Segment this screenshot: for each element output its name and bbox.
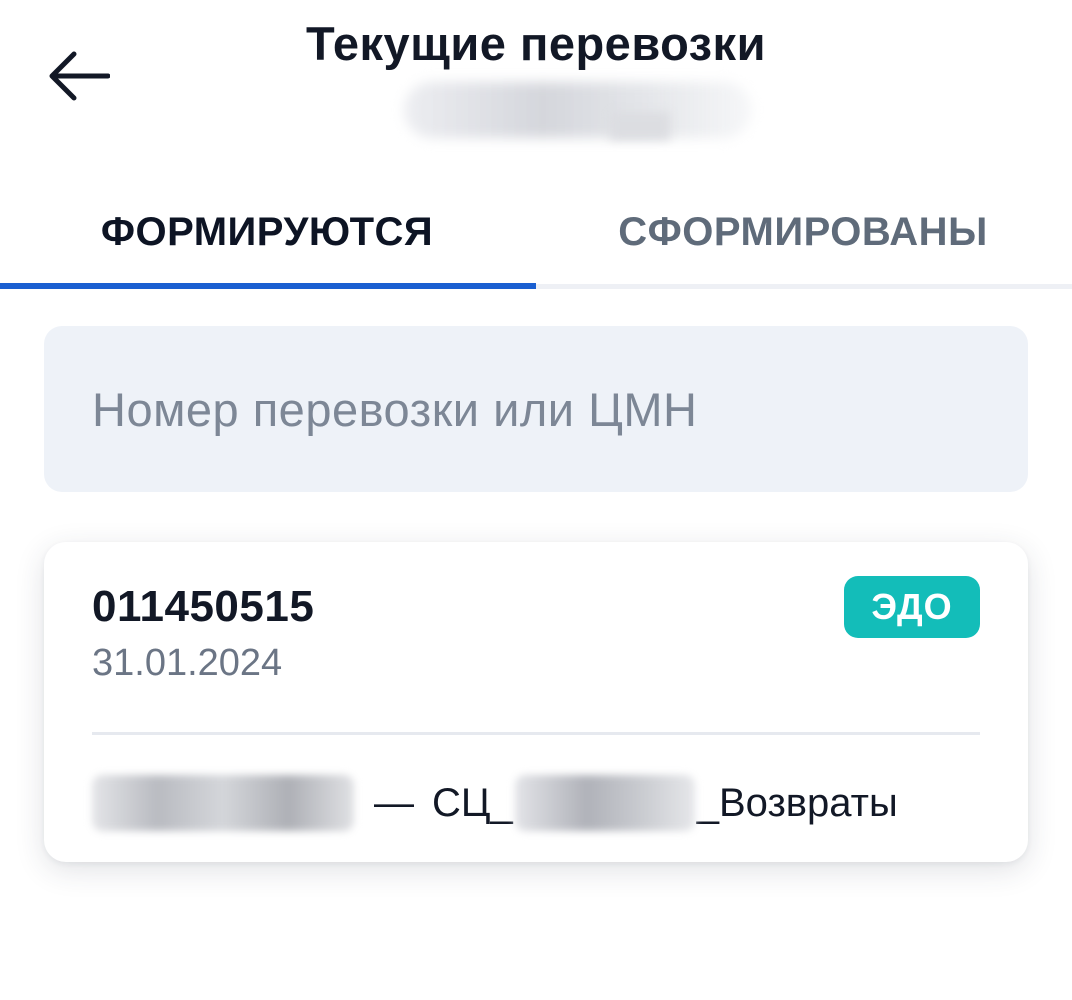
route-destination-prefix: СЦ_ bbox=[432, 780, 513, 825]
route-destination-suffix: _Возвраты bbox=[696, 780, 898, 825]
shipment-card[interactable]: 011450515 31.01.2024 ЭДО — СЦ_ _Возвраты bbox=[44, 542, 1028, 862]
shipment-date: 31.01.2024 bbox=[92, 642, 283, 684]
redacted-origin bbox=[92, 775, 354, 831]
tab-forming[interactable]: ФОРМИРУЮТСЯ bbox=[0, 180, 534, 284]
tab-formed[interactable]: СФОРМИРОВАНЫ bbox=[534, 180, 1072, 284]
shipment-number: 011450515 bbox=[92, 582, 315, 631]
redacted-subtitle-fragment bbox=[610, 112, 670, 140]
redacted-destination bbox=[514, 775, 695, 831]
route-dash: — bbox=[374, 780, 414, 825]
app-screen: Текущие перевозки ФОРМИРУЮТСЯ СФОРМИРОВА… bbox=[0, 0, 1072, 1000]
tab-bar: ФОРМИРУЮТСЯ СФОРМИРОВАНЫ bbox=[0, 180, 1072, 292]
tab-active-indicator bbox=[0, 283, 536, 289]
page-title: Текущие перевозки bbox=[306, 17, 766, 70]
card-divider bbox=[92, 732, 980, 735]
redacted-subtitle bbox=[404, 82, 752, 138]
shipment-route: — СЦ_ _Возвраты bbox=[92, 768, 898, 838]
search-input[interactable]: Номер перевозки или ЦМН bbox=[44, 326, 1028, 492]
edo-badge: ЭДО bbox=[844, 576, 980, 638]
search-placeholder: Номер перевозки или ЦМН bbox=[92, 382, 698, 436]
